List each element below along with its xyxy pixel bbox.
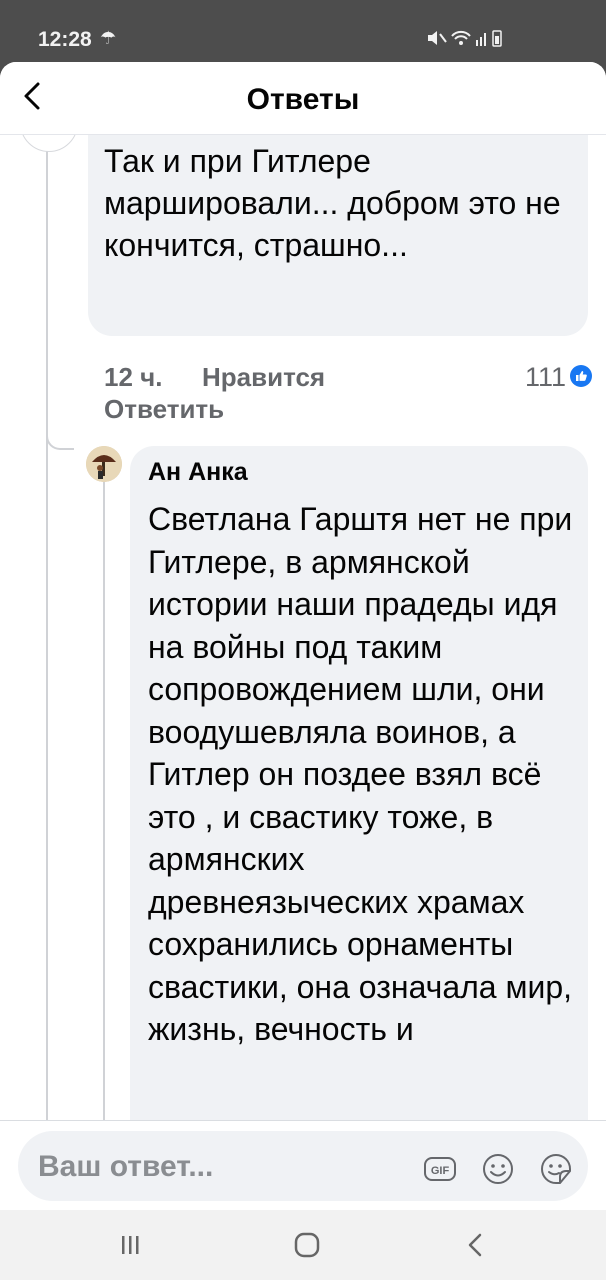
reply-author[interactable]: Ан Анка (148, 458, 248, 487)
comment-avatar[interactable] (20, 134, 78, 152)
like-reaction-icon (570, 365, 592, 387)
recent-apps-button[interactable] (112, 1228, 148, 1262)
status-indicators-icon (426, 28, 506, 52)
back-nav-button[interactable] (458, 1228, 494, 1262)
replies-sheet: Ответы Так и при Гитлере маршировали... … (0, 62, 606, 1210)
reply-button[interactable]: Ответить (104, 394, 224, 425)
reply-avatar[interactable] (86, 446, 122, 482)
gif-icon[interactable]: GIF (422, 1151, 458, 1187)
comment-text: Так и при Гитлере маршировали... добром … (104, 143, 561, 263)
system-nav-bar (0, 1210, 606, 1280)
sticker-icon[interactable] (538, 1151, 574, 1187)
thread-line (46, 134, 48, 1120)
status-bar: 12:28 ☂ (0, 0, 606, 62)
compose-bar: Ваш ответ... GIF (0, 1120, 606, 1210)
weather-icon: ☂ (100, 28, 117, 48)
comment-timestamp[interactable]: 12 ч. (104, 362, 162, 393)
user-photo-icon (86, 446, 122, 482)
reply-bubble[interactable]: Ан Анка Светлана Гарштя нет не при Гитле… (130, 446, 588, 1120)
like-button[interactable]: Нравится (202, 362, 325, 393)
emoji-icon[interactable] (480, 1151, 516, 1187)
status-time: 12:28 (38, 28, 92, 51)
page-title: Ответы (246, 83, 360, 116)
comment-bubble[interactable]: Так и при Гитлере маршировали... добром … (88, 134, 588, 336)
reply-text: Светлана Гарштя нет не при Гитлере, в ар… (148, 501, 573, 1047)
comment-thread[interactable]: Так и при Гитлере маршировали... добром … (0, 134, 606, 1120)
reply-input-placeholder: Ваш ответ... (38, 1150, 214, 1183)
thread-connector (46, 404, 74, 450)
reply-thread-line (103, 460, 105, 1120)
svg-text:GIF: GIF (431, 1165, 450, 1177)
reactions-count[interactable]: 111 (525, 362, 566, 393)
reply-input[interactable]: Ваш ответ... GIF (18, 1131, 588, 1201)
header: Ответы (0, 62, 606, 135)
home-button[interactable] (288, 1228, 324, 1262)
